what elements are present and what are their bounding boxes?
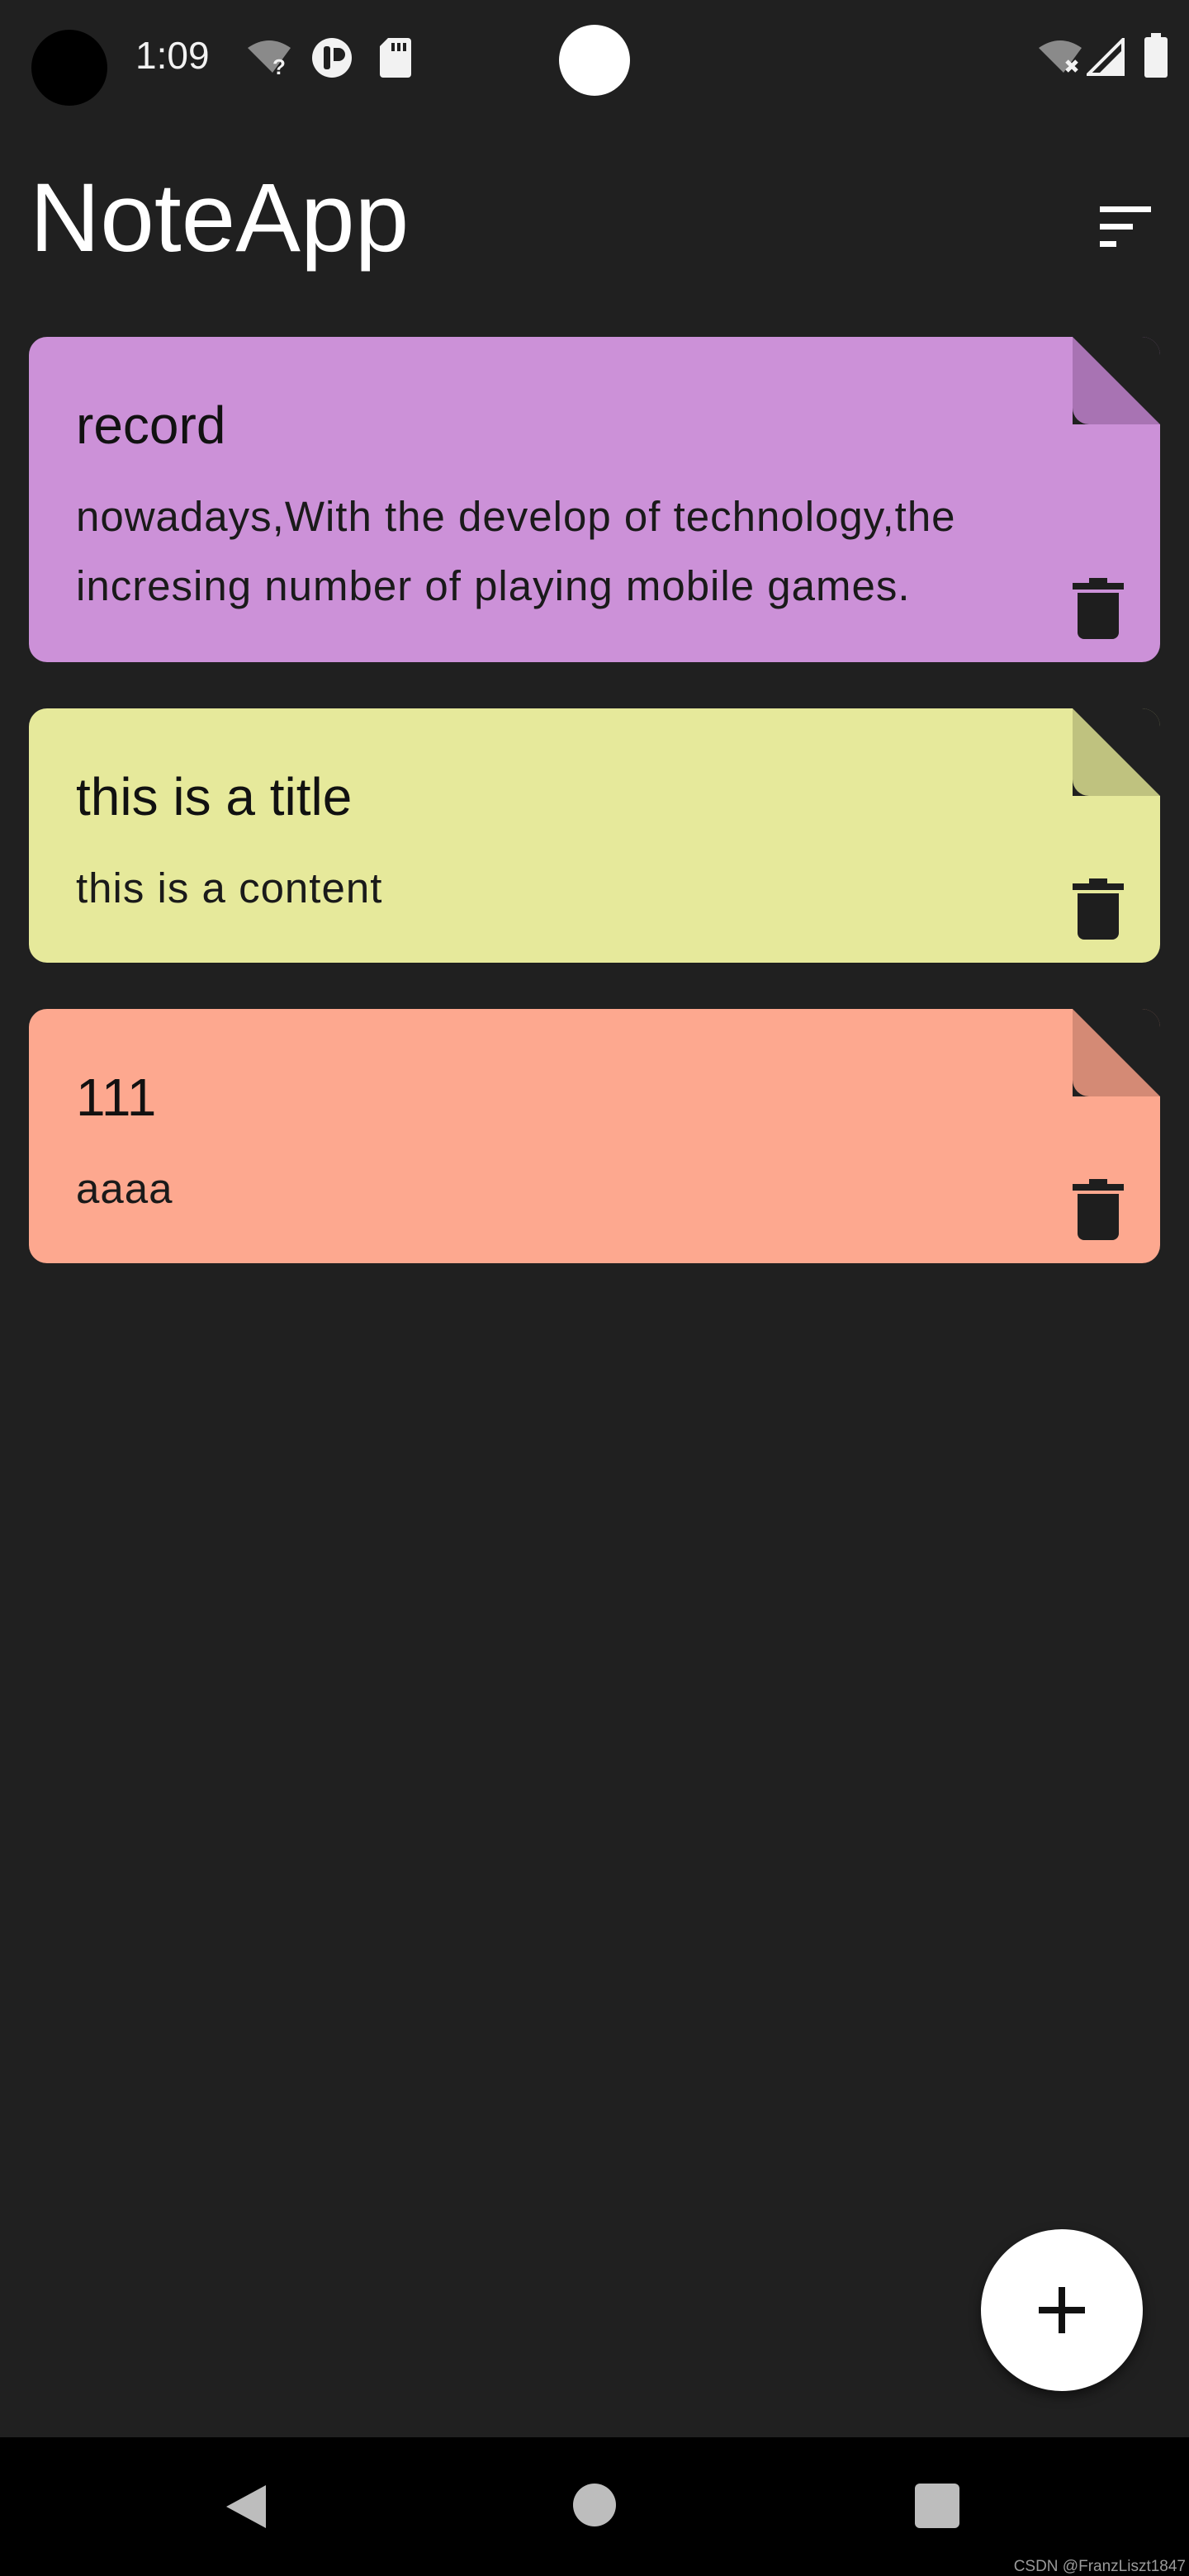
delete-note-button[interactable] (1073, 578, 1124, 639)
battery-icon (1144, 33, 1168, 78)
note-content: nowadays,With the develop of technology,… (76, 493, 956, 609)
svg-text:?: ? (272, 54, 286, 76)
note-fold-corner (1073, 1009, 1160, 1096)
app-notification-icon (312, 38, 352, 78)
note-title: 111 (76, 1068, 157, 1127)
back-icon[interactable] (223, 2482, 269, 2531)
note-fold-corner (1073, 708, 1160, 796)
note-title: this is a title (76, 767, 353, 826)
wifi-off-icon (1039, 40, 1082, 73)
plus-icon (1039, 2287, 1085, 2333)
note-title: record (76, 395, 226, 455)
add-note-button[interactable] (981, 2229, 1143, 2391)
watermark: CSDN @FranzLiszt1847 (1013, 2558, 1186, 2575)
status-time: 1:09 (135, 34, 210, 77)
navigation-bar (0, 2437, 1189, 2576)
delete-note-button[interactable] (1073, 878, 1124, 940)
center-indicator-dot (559, 25, 630, 96)
recents-icon[interactable] (915, 2484, 959, 2528)
note-card[interactable]: record nowadays,With the develop of tech… (29, 337, 1160, 662)
sd-card-icon (380, 38, 411, 78)
note-content: aaaa (76, 1165, 173, 1212)
home-icon[interactable] (573, 2484, 616, 2526)
trash-icon (1073, 578, 1124, 639)
note-card[interactable]: 111 aaaa (29, 1009, 1160, 1263)
camera-cutout (31, 30, 107, 106)
status-bar: 1:09 ? (0, 0, 1189, 124)
trash-icon (1073, 878, 1124, 940)
sort-icon (1100, 206, 1151, 247)
wifi-unknown-icon: ? (248, 40, 291, 76)
note-fold-corner (1073, 337, 1160, 424)
note-card[interactable]: this is a title this is a content (29, 708, 1160, 963)
app-title: NoteApp (30, 163, 410, 272)
delete-note-button[interactable] (1073, 1179, 1124, 1240)
note-content: this is a content (76, 864, 383, 912)
signal-icon (1087, 38, 1125, 76)
sort-button[interactable] (1088, 198, 1163, 256)
trash-icon (1073, 1179, 1124, 1240)
